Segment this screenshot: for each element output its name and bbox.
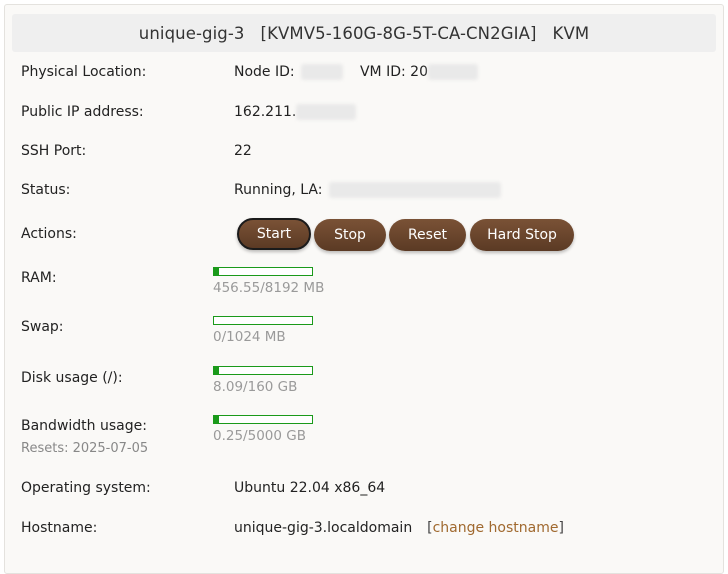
change-hostname-link[interactable]: change hostname — [433, 520, 559, 536]
vm-id-label: VM ID: — [359, 64, 406, 80]
physical-location-label: Physical Location: — [21, 64, 147, 80]
ram-usage-fill — [214, 268, 220, 275]
server-plan: [KVMV5-160G-8G-5T-CA-CN2GIA] — [260, 23, 537, 43]
status-text: Running, LA: — [234, 182, 323, 198]
ram-usage-bar — [213, 267, 313, 276]
swap-usage-bar — [213, 316, 313, 325]
public-ip-redacted — [296, 104, 357, 120]
status-label: Status: — [21, 182, 71, 198]
vm-id-redacted — [428, 64, 478, 80]
physical-location-value: Node ID: VM ID: 20 — [234, 64, 478, 80]
operating-system-label: Operating system: — [21, 480, 151, 496]
hard-stop-button[interactable]: Hard Stop — [470, 219, 574, 251]
operating-system-value: Ubuntu 22.04 x86_64 — [234, 480, 386, 496]
public-ip-value: 162.211. — [234, 104, 357, 120]
node-id-label: Node ID: — [234, 64, 295, 80]
bandwidth-resets: Resets: 2025-07-05 — [21, 441, 149, 456]
ram-usage-text: 456.55/8192 MB — [213, 280, 325, 296]
server-name: unique-gig-3 — [138, 23, 245, 43]
bandwidth-usage-text: 0.25/5000 GB — [213, 428, 306, 444]
public-ip-label: Public IP address: — [21, 104, 144, 120]
ram-label: RAM: — [21, 270, 57, 286]
swap-usage-text: 0/1024 MB — [213, 329, 286, 345]
public-ip-prefix: 162.211. — [234, 104, 297, 120]
hostname-close-bracket: ] — [558, 520, 564, 536]
reset-button[interactable]: Reset — [389, 219, 466, 251]
swap-label: Swap: — [21, 319, 64, 335]
ssh-port-label: SSH Port: — [21, 143, 87, 159]
start-button[interactable]: Start — [237, 218, 311, 250]
bandwidth-label: Bandwidth usage: — [21, 418, 147, 434]
hostname-value-group: unique-gig-3.localdomain [change hostnam… — [234, 520, 564, 536]
disk-usage-text: 8.09/160 GB — [213, 379, 298, 395]
bandwidth-usage-bar — [213, 415, 313, 424]
load-average-redacted — [328, 182, 501, 198]
virtualization-type: KVM — [552, 23, 590, 43]
ssh-port-value: 22 — [234, 143, 252, 159]
stop-button[interactable]: Stop — [314, 219, 386, 251]
hostname-label: Hostname: — [21, 520, 98, 536]
disk-label: Disk usage (/): — [21, 370, 123, 386]
disk-usage-fill — [214, 367, 219, 374]
disk-usage-bar — [213, 366, 313, 375]
vm-id-prefix: 20 — [410, 64, 428, 80]
server-title-bar: unique-gig-3 [KVMV5-160G-8G-5T-CA-CN2GIA… — [12, 14, 716, 52]
actions-label: Actions: — [21, 226, 77, 242]
bandwidth-usage-fill — [214, 416, 219, 423]
status-value: Running, LA: — [234, 182, 501, 198]
node-id-redacted — [301, 64, 344, 80]
hostname-value: unique-gig-3.localdomain — [234, 520, 413, 536]
